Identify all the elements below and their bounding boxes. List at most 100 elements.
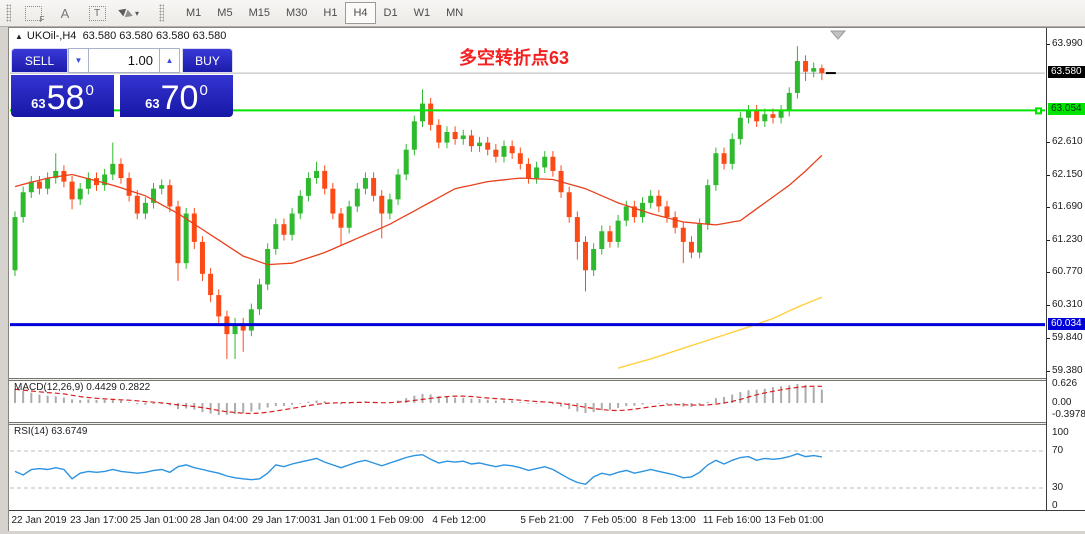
candle — [371, 178, 376, 196]
candle — [493, 150, 498, 157]
candle — [665, 206, 670, 217]
time-axis[interactable]: 22 Jan 201923 Jan 17:0025 Jan 01:0028 Ja… — [9, 510, 1085, 531]
volume-input[interactable] — [89, 48, 159, 73]
price-axis-tick — [1047, 175, 1050, 176]
candle — [118, 164, 123, 178]
candle — [713, 153, 718, 185]
macd-canvas[interactable] — [9, 381, 1046, 422]
candle — [363, 178, 368, 189]
candle — [143, 203, 148, 214]
candle — [192, 214, 197, 242]
candle — [730, 139, 735, 164]
rsi-axis-label: 70 — [1052, 445, 1063, 456]
candle — [526, 164, 531, 178]
candle — [314, 171, 319, 178]
chart-header: ▲UKOil-,H4 63.580 63.580 63.580 63.580 — [15, 30, 226, 42]
candle — [542, 157, 547, 168]
price-axis-tick-label: 62.610 — [1052, 136, 1083, 147]
label-tool-icon: A — [61, 6, 70, 21]
sell-price-main: 58 — [47, 81, 85, 115]
candle — [396, 175, 401, 200]
timeframe-button-W1[interactable]: W1 — [406, 2, 439, 24]
candle — [420, 104, 425, 122]
price-axis-tick — [1047, 272, 1050, 273]
candle — [404, 150, 409, 175]
text-tool-button[interactable]: T — [81, 2, 113, 24]
candle — [216, 295, 221, 316]
sell-button[interactable]: SELL — [11, 48, 68, 73]
time-axis-label: 13 Feb 01:00 — [754, 515, 834, 526]
macd-label: MACD(12,26,9) 0.4429 0.2822 — [14, 382, 150, 393]
candle — [607, 231, 612, 242]
timeframe-button-M30[interactable]: M30 — [278, 2, 315, 24]
macd-indicator-panel[interactable]: MACD(12,26,9) 0.4429 0.2822 — [9, 381, 1046, 422]
timeframe-button-MN[interactable]: MN — [438, 2, 471, 24]
candle — [13, 217, 18, 270]
price-axis-tick-label: 60.310 — [1052, 299, 1083, 310]
label-tool-button[interactable]: A — [49, 2, 81, 24]
price-axis-tick — [1047, 371, 1050, 372]
candle — [184, 214, 189, 264]
candle — [330, 189, 335, 214]
candle — [37, 182, 42, 189]
rsi-axis-label: 30 — [1052, 482, 1063, 493]
candle — [78, 189, 83, 200]
timeframe-button-M1[interactable]: M1 — [178, 2, 209, 24]
timeframe-button-M5[interactable]: M5 — [209, 2, 240, 24]
macd-axis-label: 0.00 — [1052, 397, 1071, 408]
candle — [599, 231, 604, 249]
moving-average-slow-line — [618, 297, 822, 368]
price-axis-tick-label: 61.690 — [1052, 201, 1083, 212]
candle — [290, 214, 295, 235]
price-axis-tick — [1047, 305, 1050, 306]
chevron-down-icon[interactable]: ▾ — [135, 9, 139, 18]
sell-price-sup: 0 — [85, 82, 93, 99]
volume-decrease-button[interactable]: ▼ — [68, 48, 89, 73]
price-axis-tick-label: 62.150 — [1052, 169, 1083, 180]
candle — [485, 143, 490, 150]
chart-shift-marker — [831, 31, 845, 39]
candle — [648, 196, 653, 203]
volume-increase-button[interactable]: ▲ — [159, 48, 180, 73]
collapse-trade-panel-icon[interactable]: ▲ — [15, 32, 23, 41]
candle — [567, 192, 572, 217]
timeframe-toolbar-grip[interactable] — [159, 4, 164, 22]
candle — [705, 185, 710, 224]
price-axis[interactable]: 63.99062.61062.15061.69061.23060.77060.3… — [1046, 28, 1085, 510]
timeframe-button-M15[interactable]: M15 — [241, 2, 278, 24]
candle — [379, 196, 384, 214]
candle — [534, 167, 539, 178]
timeframe-button-D1[interactable]: D1 — [376, 2, 406, 24]
candle — [208, 274, 213, 295]
rsi-indicator-panel[interactable]: RSI(14) 63.6749 — [9, 425, 1046, 510]
candle — [673, 217, 678, 228]
candle — [167, 185, 172, 206]
toolbar-grip[interactable] — [6, 4, 11, 22]
rsi-canvas[interactable] — [9, 425, 1046, 510]
arrows-tool-button[interactable]: ▾ — [113, 2, 145, 24]
candle — [803, 61, 808, 72]
sell-quote-button[interactable]: 63580 — [11, 75, 114, 117]
price-axis-tick — [1047, 207, 1050, 208]
candle — [697, 224, 702, 252]
timeframe-button-H1[interactable]: H1 — [315, 2, 345, 24]
candle — [754, 111, 759, 122]
candle — [110, 164, 115, 175]
candle — [70, 182, 75, 200]
candle — [298, 196, 303, 214]
buy-quote-button[interactable]: 63700 — [120, 75, 233, 117]
chart-window: ▲UKOil-,H4 63.580 63.580 63.580 63.580 多… — [8, 27, 1085, 531]
price-axis-tick-label: 61.230 — [1052, 234, 1083, 245]
buy-price-prefix: 63 — [145, 96, 159, 111]
candle — [355, 189, 360, 207]
candle — [502, 146, 507, 157]
timeframe-button-H4[interactable]: H4 — [345, 2, 375, 24]
price-axis-tick — [1047, 338, 1050, 339]
candle — [249, 309, 254, 330]
buy-button[interactable]: BUY — [182, 48, 233, 73]
rsi-axis-label: 100 — [1052, 427, 1069, 438]
candle — [624, 206, 629, 220]
fibonacci-tool-button[interactable]: F — [17, 2, 49, 24]
price-axis-tick — [1047, 44, 1050, 45]
candle — [159, 185, 164, 189]
